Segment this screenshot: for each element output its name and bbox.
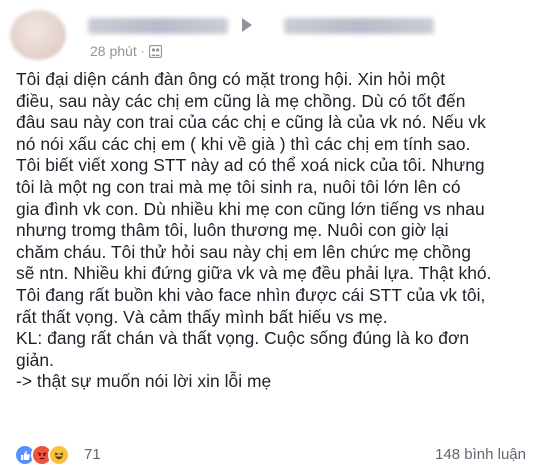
group-audience-icon[interactable] — [148, 44, 162, 58]
reaction-icons[interactable] — [14, 444, 70, 466]
post-text-line: nó nói xấu các chị em ( khi về già ) thì… — [16, 133, 471, 154]
post-text-line: Tôi đang rất buồn khi vào face nhìn được… — [16, 284, 486, 305]
post-text-line: điều, sau này các chị em cũng là mẹ chồn… — [16, 90, 466, 111]
post-timestamp[interactable]: 28 phút — [90, 43, 137, 59]
meta-separator: · — [140, 44, 145, 58]
post-text-line: rất thất vọng. Và cảm thấy mình bất hiếu… — [16, 306, 388, 327]
reaction-count[interactable]: 71 — [84, 446, 101, 463]
post-header: 28 phút · — [10, 8, 530, 60]
post-text-line: nhưng tromg thâm tôi, luôn thương mẹ. Nu… — [16, 220, 449, 241]
post-text-line: đâu sau này con trai của các chị e cũng … — [16, 112, 486, 133]
post-text-line: Tôi biết viết xong STT này ad có thể xoá… — [16, 155, 485, 176]
post-text-line: gia đình vk con. Dù nhiều khi mẹ con cũn… — [16, 198, 485, 219]
post-text-line: Tôi đại diện cánh đàn ông có mặt trong h… — [16, 69, 446, 89]
post-body: Tôi đại diện cánh đàn ông có mặt trong h… — [16, 69, 530, 393]
comments-count-link[interactable]: 148 bình luận — [435, 446, 526, 463]
post-text-line: sẽ ntn. Nhiều khi đứng giữa vk và mẹ đều… — [16, 263, 492, 284]
avatar[interactable] — [10, 10, 66, 60]
haha-icon[interactable] — [48, 444, 70, 466]
author-row — [88, 12, 528, 38]
post-footer: 71 148 bình luận — [0, 440, 540, 472]
post-text-line: -> thật sự muốn nói lời xin lỗi mẹ — [16, 371, 272, 392]
post-text-line: tôi là một ng con trai mà mẹ tôi sinh ra… — [16, 176, 461, 197]
group-name-blurred[interactable] — [284, 18, 434, 34]
arrow-right-icon — [242, 18, 252, 32]
author-name-blurred[interactable] — [88, 18, 228, 34]
post-text-line: giản. — [16, 349, 54, 370]
post-meta: 28 phút · — [90, 43, 162, 59]
post-text-line: KL: đang rất chán và thất vọng. Cuộc sốn… — [16, 328, 470, 349]
post-text-line: chăm cháu. Tôi thử hỏi sau này chị em lê… — [16, 241, 471, 262]
